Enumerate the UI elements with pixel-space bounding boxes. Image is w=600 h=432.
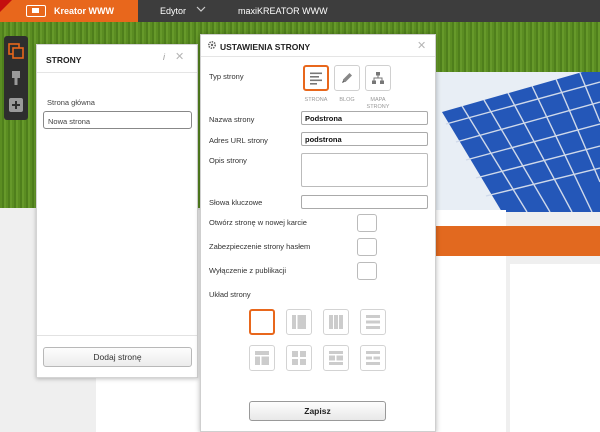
menu-product[interactable]: maxiKREATOR WWW (238, 6, 328, 16)
new-tab-label: Otwórz stronę w nowej karcie (209, 218, 307, 227)
unpublish-label: Wyłączenie z publikacji (209, 266, 287, 275)
password-protection-checkbox[interactable] (357, 238, 377, 256)
layout-grid-icon (292, 351, 306, 365)
page-settings-dialog: USTAWIENIA STRONY ✕ Typ strony STRONA BL… (200, 34, 436, 432)
pencil-icon (342, 73, 352, 83)
solar-panel-graphic (432, 72, 600, 212)
chevron-down-icon[interactable] (196, 4, 206, 14)
layout-option-sidebar-left[interactable] (286, 309, 312, 335)
layout-banded-icon (329, 351, 343, 365)
gear-icon (207, 40, 217, 50)
pages-panel-header: STRONY i ✕ (37, 45, 197, 73)
pages-panel-title: STRONY (46, 55, 82, 65)
menu-editor[interactable]: Edytor (160, 6, 186, 16)
divider (37, 335, 197, 336)
page-type-sitemap[interactable] (365, 65, 391, 91)
corner-ribbon (0, 0, 12, 12)
tool-strip (4, 36, 28, 120)
page-type-label: Typ strony (209, 72, 244, 81)
layout-option-rows[interactable] (360, 309, 386, 335)
dialog-header: USTAWIENIA STRONY ✕ (201, 35, 435, 57)
password-protection-label: Zabezpieczenie strony hasłem (209, 242, 311, 251)
layout-rows-icon (366, 315, 380, 329)
add-page-button[interactable]: Dodaj stronę (43, 347, 192, 367)
layout-option-blank[interactable] (249, 309, 275, 335)
layout-option-mixed-rows[interactable] (360, 345, 386, 371)
page-description-textarea[interactable] (301, 153, 428, 187)
info-icon[interactable]: i (163, 52, 165, 62)
layout-label: Układ strony (209, 290, 251, 299)
top-bar: Kreator WWW Edytor maxiKREATOR WWW (0, 0, 600, 22)
new-tab-checkbox[interactable] (357, 214, 377, 232)
brand[interactable]: Kreator WWW (0, 0, 138, 22)
keywords-input[interactable] (301, 195, 428, 209)
layout-option-header-columns[interactable] (249, 345, 275, 371)
page-item-home[interactable]: Strona główna (43, 93, 192, 111)
monitor-logo-icon (26, 5, 46, 17)
layout-blank-icon (254, 314, 270, 330)
layout-option-banded[interactable] (323, 345, 349, 371)
page-name-input[interactable] (301, 111, 428, 125)
paint-brush-icon[interactable] (7, 69, 25, 87)
page-item-new[interactable]: Nowa strona (43, 111, 192, 129)
solar-panel-image (432, 72, 600, 212)
page-sidebar-area (510, 264, 600, 432)
save-button[interactable]: Zapisz (249, 401, 386, 421)
page-name-label: Nazwa strony (209, 115, 255, 124)
layout-option-grid[interactable] (286, 345, 312, 371)
sitemap-icon (372, 72, 384, 84)
page-type-blog[interactable] (334, 65, 360, 91)
pages-tool-icon[interactable] (7, 42, 25, 60)
layout-columns-icon (329, 315, 343, 329)
page-type-caption-sitemap: MAPA STRONY (366, 97, 390, 110)
page-type-caption-page: STRONA (304, 97, 328, 103)
page-url-input[interactable] (301, 132, 428, 146)
keywords-label: Słowa kluczowe (209, 198, 263, 207)
orange-band (436, 226, 600, 256)
unpublish-checkbox[interactable] (357, 262, 377, 280)
dialog-title: USTAWIENIA STRONY (220, 42, 311, 52)
close-icon[interactable]: ✕ (417, 39, 426, 52)
page-type-caption-blog: BLOG (339, 97, 355, 103)
page-type-page[interactable] (303, 65, 329, 91)
add-element-icon[interactable] (7, 96, 25, 114)
layout-mixed-rows-icon (366, 351, 380, 365)
layout-sidebar-icon (292, 315, 306, 329)
layout-option-three-columns[interactable] (323, 309, 349, 335)
close-icon[interactable]: ✕ (175, 50, 184, 63)
pages-panel: STRONY i ✕ Strona główna Nowa strona Dod… (36, 44, 198, 378)
page-url-label: Adres URL strony (209, 136, 268, 145)
brand-name: Kreator WWW (54, 6, 114, 16)
page-lines-icon (310, 72, 322, 85)
page-description-label: Opis strony (209, 156, 247, 165)
layout-header-columns-icon (255, 351, 269, 365)
